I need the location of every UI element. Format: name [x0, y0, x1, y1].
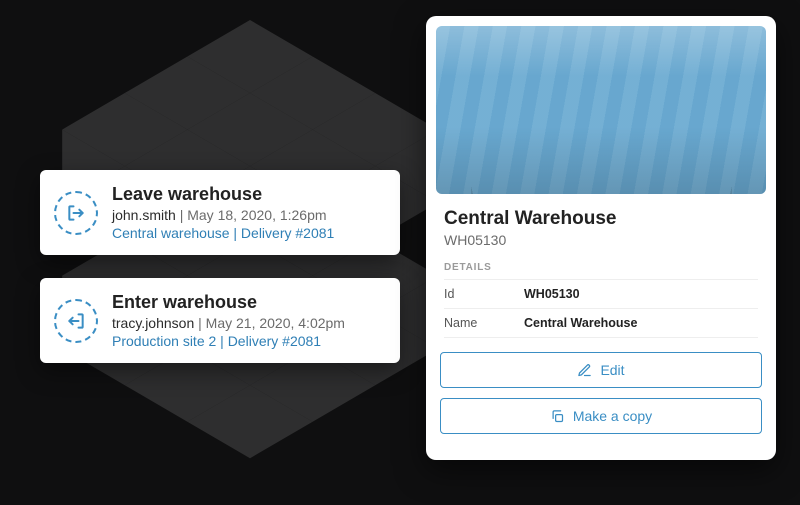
activity-title: Leave warehouse — [112, 184, 382, 205]
activity-user: tracy.johnson — [112, 315, 194, 331]
copy-icon — [550, 409, 565, 424]
make-copy-button[interactable]: Make a copy — [440, 398, 762, 434]
activity-meta: tracy.johnson | May 21, 2020, 4:02pm — [112, 315, 382, 331]
make-copy-button-label: Make a copy — [573, 408, 652, 424]
activity-user: john.smith — [112, 207, 176, 223]
field-value: WH05130 — [524, 287, 580, 301]
field-label: Id — [444, 287, 524, 301]
activity-meta: john.smith | May 18, 2020, 1:26pm — [112, 207, 382, 223]
edit-button-label: Edit — [600, 362, 624, 378]
activity-timestamp: May 18, 2020, 1:26pm — [187, 207, 326, 223]
detail-subtitle: WH05130 — [444, 232, 758, 248]
background-hex-pattern — [30, 20, 470, 500]
detail-title: Central Warehouse — [444, 208, 758, 230]
leave-icon — [54, 191, 98, 235]
field-label: Name — [444, 316, 524, 330]
pencil-icon — [577, 363, 592, 378]
activity-card-enter[interactable]: Enter warehouse tracy.johnson | May 21, … — [40, 278, 400, 363]
warehouse-detail-card: Central Warehouse WH05130 DETAILS Id WH0… — [426, 16, 776, 460]
activity-timestamp: May 21, 2020, 4:02pm — [206, 315, 345, 331]
activity-context-link[interactable]: Production site 2 | Delivery #2081 — [112, 333, 382, 349]
warehouse-image — [436, 26, 766, 194]
detail-row-id: Id WH05130 — [444, 279, 758, 308]
section-label: DETAILS — [444, 262, 758, 273]
edit-button[interactable]: Edit — [440, 352, 762, 388]
field-value: Central Warehouse — [524, 316, 637, 330]
activity-context-link[interactable]: Central warehouse | Delivery #2081 — [112, 225, 382, 241]
enter-icon — [54, 299, 98, 343]
activity-title: Enter warehouse — [112, 292, 382, 313]
activity-card-leave[interactable]: Leave warehouse john.smith | May 18, 202… — [40, 170, 400, 255]
detail-row-name: Name Central Warehouse — [444, 308, 758, 338]
